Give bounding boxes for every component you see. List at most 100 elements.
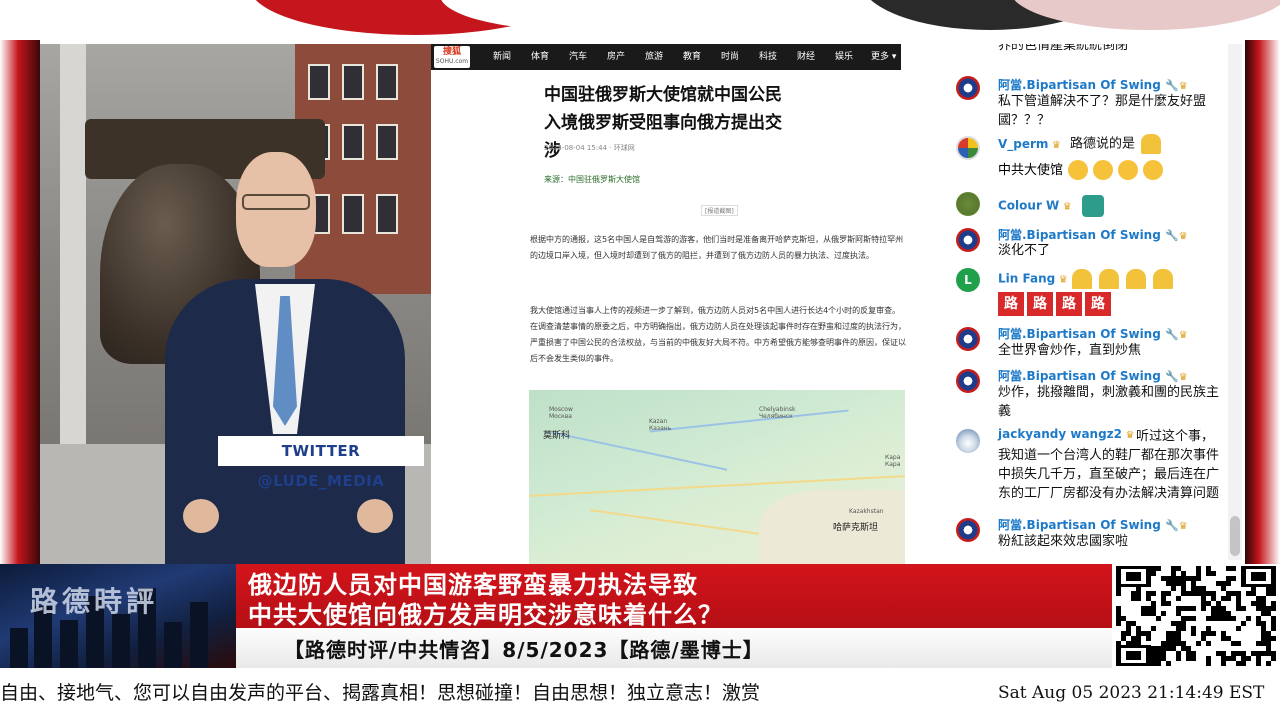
chat-avatar[interactable] [956, 369, 980, 393]
chat-scrollbar[interactable] [1228, 44, 1242, 560]
chat-avatar[interactable] [956, 429, 980, 453]
chat-avatar[interactable] [956, 228, 980, 252]
map-river [649, 409, 849, 433]
member-badge-icon: ♛ [1178, 330, 1188, 341]
nav-item-entertainment[interactable]: 娱乐 [835, 44, 853, 70]
building-window [308, 64, 330, 100]
host-glasses [242, 194, 310, 210]
chat-avatar[interactable] [956, 327, 980, 351]
nav-item-education[interactable]: 教育 [683, 44, 701, 70]
map-label-chelyabinsk: Chelyabinsk Челябинск [759, 406, 796, 420]
member-badge-icon: ♛ [1178, 521, 1188, 532]
host-hand [357, 499, 393, 533]
screenshot-note: [报道截图] [701, 205, 738, 216]
article-meta: 2023-08-04 15:44 · 环球网 [544, 144, 635, 152]
lu-tile-emoji: 路 [998, 292, 1024, 316]
host-video-feed: TWITTER @LUDE_MEDIA [40, 44, 431, 564]
episode-subline: 【路德时评/中共情咨】8/5/2023【路德/墨博士】 [284, 638, 764, 662]
chat-avatar[interactable] [956, 136, 980, 160]
member-badge-icon: ♛ [1048, 140, 1061, 151]
chat-avatar[interactable] [956, 192, 980, 216]
nav-item-more[interactable]: 更多 ▾ [871, 44, 896, 70]
chat-author[interactable]: Lin Fang ♛ [998, 269, 1180, 289]
nav-item-tech[interactable]: 科技 [759, 44, 777, 70]
skyline-building [190, 602, 208, 668]
lu-tile-emoji: 路 [1085, 292, 1111, 316]
skyline-building [112, 614, 130, 668]
chat-author[interactable]: Colour W ♛ [998, 195, 1104, 217]
building-window [342, 194, 364, 234]
live-chat-panel[interactable]: 界的色情產業統統倒閉 阿當.Bipartisan Of Swing 🔧♛ 私下管… [928, 44, 1245, 564]
headline-box: 俄边防人员对中国游客野蛮暴力执法导致 中共大使馆向俄方发声明交涉意味着什么？ [236, 564, 1112, 629]
site-nav-bar: 搜狐 SOHU.com 新闻 体育 汽车 房产 旅游 教育 时尚 科技 财经 娱… [431, 44, 901, 70]
article-paragraph: 我大使馆通过当事人上传的视频进一步了解到，俄方边防人员对5名中国人进行长达4个小… [530, 306, 906, 363]
subline-box: 【路德时评/中共情咨】8/5/2023【路德/墨博士】 [236, 628, 1112, 668]
chat-author[interactable]: V_perm ♛ [998, 137, 1061, 151]
chat-scrollbar-thumb[interactable] [1230, 516, 1240, 556]
map-label-moscow-cn: 莫斯科 [543, 431, 571, 441]
news-article-screenshot: 搜狐 SOHU.com 新闻 体育 汽车 房产 旅游 教育 时尚 科技 财经 娱… [431, 44, 928, 564]
pray-emoji-icon [1152, 269, 1173, 289]
qr-code-box [1112, 564, 1280, 668]
nav-item-auto[interactable]: 汽车 [569, 44, 587, 70]
building-window [342, 64, 364, 100]
nav-item-realestate[interactable]: 房产 [607, 44, 625, 70]
chat-message-text: 路德说的是 [1070, 134, 1230, 154]
skyline-building [60, 620, 78, 668]
map-region [759, 490, 905, 564]
lu-tile-emoji: 路 [1027, 292, 1053, 316]
grin-emoji-icon [1117, 159, 1138, 180]
ticker-text: 自由、接地气、您可以自由发声的平台、揭露真相！思想碰撞！自由思想！独立意志！激赏 [0, 682, 761, 704]
chat-author[interactable]: 阿當.Bipartisan Of Swing 🔧♛ [998, 325, 1188, 342]
banner-swoosh [1010, 0, 1280, 30]
thumbs-up-icon [1141, 134, 1162, 154]
qr-code-icon [1116, 566, 1276, 666]
bottom-ticker: 自由、接地气、您可以自由发声的平台、揭露真相！思想碰撞！自由思想！独立意志！激赏… [0, 668, 1280, 720]
headline-line-2: 中共大使馆向俄方发声明交涉意味着什么？ [248, 601, 723, 629]
chat-message-text: 炒作，挑撥離間，刺激義和團的民族主義 [998, 385, 1220, 419]
chat-author[interactable]: 阿當.Bipartisan Of Swing 🔧♛ [998, 76, 1188, 93]
left-frame [0, 40, 40, 564]
right-frame [1245, 40, 1280, 564]
lower-third: 路德時評 俄边防人员对中国游客野蛮暴力执法导致 中共大使馆向俄方发声明交涉意味着… [0, 564, 1280, 668]
chat-avatar[interactable]: L [956, 268, 980, 292]
article-map: Moscow Москва 莫斯科 Kazan Казань Chelyabin… [529, 390, 905, 564]
map-river [550, 431, 728, 471]
lu-tile-emoji: 路 [1056, 292, 1082, 316]
map-label-kazakhstan: Kazakhstan [849, 508, 884, 515]
nav-item-news[interactable]: 新闻 [493, 44, 511, 70]
host-hand [183, 499, 219, 533]
chat-author[interactable]: 阿當.Bipartisan Of Swing 🔧♛ [998, 516, 1188, 533]
map-label-moscow: Moscow Москва [549, 406, 573, 420]
member-badge-icon: ♛ [1059, 201, 1072, 213]
chat-emoji-row: 中共大使馆 [998, 158, 1168, 182]
building-window [376, 64, 398, 100]
grin-emoji-icon [1067, 159, 1088, 180]
pray-emoji-icon [1098, 269, 1119, 289]
chat-message-text: 淡化不了 [998, 243, 1051, 258]
pray-emoji-icon [1125, 269, 1146, 289]
pray-emoji-icon [1071, 269, 1092, 289]
chat-author[interactable]: 阿當.Bipartisan Of Swing 🔧♛ [998, 367, 1188, 384]
chat-message-text: 粉紅該起來效忠國家啦 [998, 534, 1129, 549]
wrench-icon: 🔧 [1165, 328, 1179, 341]
member-badge-icon: ♛ [1178, 372, 1188, 383]
chat-avatar[interactable] [956, 518, 980, 542]
wrench-icon: 🔧 [1165, 370, 1179, 383]
chat-emoji-row: 路路路路 [998, 292, 1114, 316]
nav-item-fashion[interactable]: 时尚 [721, 44, 739, 70]
skyline-building [164, 622, 182, 668]
article-paragraph: 根据中方的通报，这5名中国人是自驾游的游客，他们当时是准备离开哈萨克斯坦，从俄罗… [530, 235, 904, 260]
grin-emoji-icon [1092, 159, 1113, 180]
figure-emoji-icon [1081, 195, 1104, 217]
nav-item-sports[interactable]: 体育 [531, 44, 549, 70]
map-label-kazan: Kazan Казань [649, 418, 672, 432]
nav-item-finance[interactable]: 财经 [797, 44, 815, 70]
chat-avatar[interactable] [956, 76, 980, 100]
sohu-logo[interactable]: 搜狐 SOHU.com [434, 46, 470, 68]
wrench-icon: 🔧 [1165, 79, 1179, 92]
map-label-karaganda: Кара Кара [885, 454, 901, 468]
article-source[interactable]: 来源：中国驻俄罗斯大使馆 [544, 174, 640, 185]
ticker-timestamp: Sat Aug 05 2023 21:14:49 EST [998, 683, 1265, 703]
nav-item-travel[interactable]: 旅游 [645, 44, 663, 70]
